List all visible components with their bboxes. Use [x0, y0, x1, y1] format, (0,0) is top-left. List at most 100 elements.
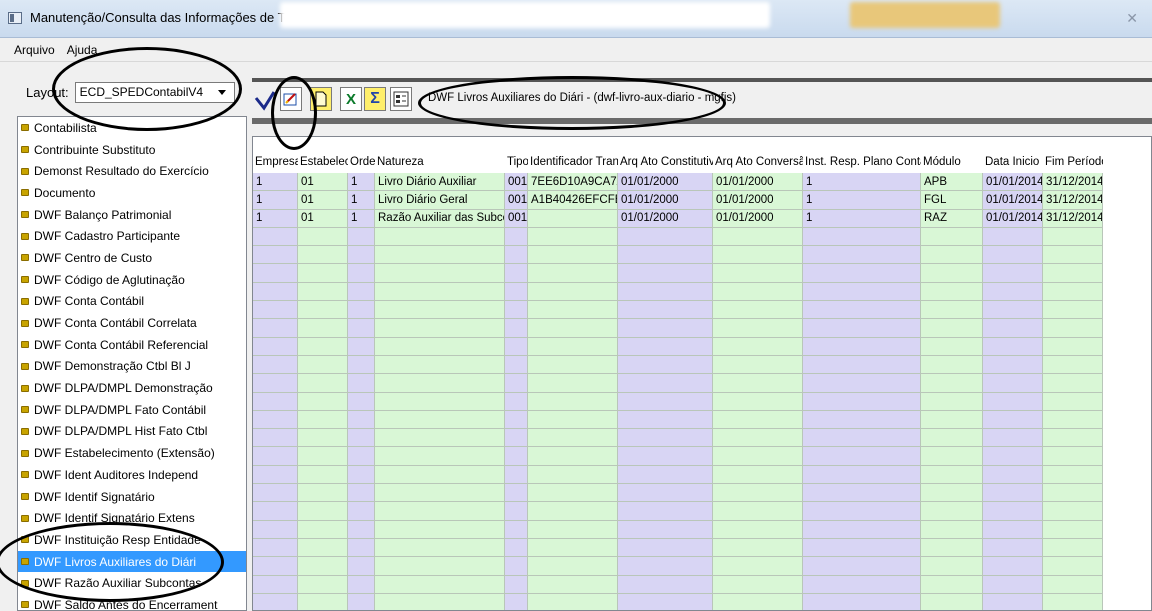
table-cell[interactable] — [713, 429, 803, 448]
table-cell[interactable] — [618, 392, 713, 411]
table-cell[interactable] — [528, 246, 618, 265]
table-cell[interactable] — [618, 447, 713, 466]
table-cell[interactable] — [528, 465, 618, 485]
table-row[interactable] — [253, 264, 1151, 283]
table-cell[interactable] — [618, 227, 713, 247]
table-cell[interactable] — [983, 593, 1043, 610]
table-cell[interactable] — [921, 264, 983, 283]
column-header[interactable]: Tipo — [505, 151, 528, 173]
table-cell[interactable] — [528, 447, 618, 466]
column-header[interactable]: Order — [348, 151, 375, 173]
table-cell[interactable] — [983, 392, 1043, 411]
table-cell[interactable] — [375, 264, 505, 283]
table-cell[interactable] — [298, 337, 348, 356]
table-cell[interactable] — [1043, 520, 1103, 539]
table-cell[interactable] — [348, 282, 375, 302]
column-header[interactable]: Estabelec — [298, 151, 348, 173]
table-cell[interactable] — [803, 264, 921, 283]
table-cell[interactable] — [253, 319, 298, 338]
tree-item[interactable]: DWF Código de Aglutinação — [18, 269, 246, 291]
table-row[interactable] — [253, 246, 1151, 265]
table-cell[interactable] — [803, 484, 921, 503]
table-cell[interactable] — [1043, 484, 1103, 503]
properties-button[interactable] — [390, 87, 412, 111]
table-cell[interactable] — [253, 264, 298, 283]
table-cell[interactable] — [1043, 502, 1103, 521]
table-cell[interactable] — [298, 465, 348, 485]
table-cell[interactable] — [375, 484, 505, 503]
table-cell[interactable] — [713, 575, 803, 594]
table-cell[interactable] — [618, 319, 713, 338]
table-cell[interactable] — [505, 575, 528, 594]
table-cell[interactable] — [1043, 392, 1103, 411]
table-cell[interactable] — [375, 429, 505, 448]
table-cell[interactable] — [618, 410, 713, 430]
table-row[interactable] — [253, 520, 1151, 539]
table-cell[interactable] — [983, 484, 1043, 503]
table-cell[interactable] — [1043, 282, 1103, 302]
table-cell[interactable] — [253, 520, 298, 539]
table-cell[interactable] — [983, 520, 1043, 539]
table-cell[interactable] — [803, 246, 921, 265]
table-cell[interactable]: Livro Diário Auxiliar — [375, 173, 505, 192]
column-header[interactable]: Arq Ato Constitutivo — [618, 151, 713, 173]
table-cell[interactable] — [921, 282, 983, 302]
table-cell[interactable] — [921, 410, 983, 430]
table-cell[interactable] — [253, 282, 298, 302]
table-cell[interactable]: 31/12/2014 — [1043, 173, 1103, 192]
table-cell[interactable] — [618, 355, 713, 375]
column-header[interactable]: Identificador Trans — [528, 151, 618, 173]
table-row[interactable] — [253, 429, 1151, 448]
table-cell[interactable] — [298, 355, 348, 375]
table-cell[interactable] — [921, 392, 983, 411]
table-cell[interactable] — [298, 319, 348, 338]
table-cell[interactable] — [618, 429, 713, 448]
table-cell[interactable] — [253, 246, 298, 265]
column-header[interactable]: Inst. Resp. Plano Contas — [803, 151, 921, 173]
table-cell[interactable] — [298, 484, 348, 503]
table-cell[interactable] — [803, 502, 921, 521]
table-cell[interactable]: 1 — [803, 191, 921, 210]
table-cell[interactable] — [348, 227, 375, 247]
table-cell[interactable] — [618, 246, 713, 265]
table-cell[interactable] — [803, 429, 921, 448]
menu-arquivo[interactable]: Arquivo — [14, 43, 55, 57]
table-cell[interactable]: 1 — [803, 209, 921, 228]
table-cell[interactable] — [298, 264, 348, 283]
close-icon[interactable]: ✕ — [1126, 10, 1138, 27]
table-cell[interactable] — [505, 538, 528, 558]
table-cell[interactable] — [921, 246, 983, 265]
table-cell[interactable] — [713, 520, 803, 539]
table-cell[interactable] — [983, 246, 1043, 265]
table-cell[interactable] — [348, 374, 375, 393]
table-cell[interactable] — [803, 538, 921, 558]
table-cell[interactable] — [505, 246, 528, 265]
table-cell[interactable] — [528, 392, 618, 411]
table-cell[interactable] — [298, 227, 348, 247]
table-cell[interactable] — [618, 264, 713, 283]
table-cell[interactable] — [1043, 538, 1103, 558]
table-cell[interactable] — [375, 392, 505, 411]
table-cell[interactable] — [505, 520, 528, 539]
table-cell[interactable] — [253, 410, 298, 430]
table-cell[interactable] — [298, 246, 348, 265]
table-cell[interactable] — [921, 319, 983, 338]
table-cell[interactable] — [348, 447, 375, 466]
table-cell[interactable] — [618, 575, 713, 594]
table-cell[interactable] — [505, 410, 528, 430]
table-cell[interactable] — [983, 282, 1043, 302]
table-cell[interactable] — [983, 575, 1043, 594]
table-cell[interactable] — [298, 410, 348, 430]
table-cell[interactable] — [528, 557, 618, 576]
table-cell[interactable] — [983, 447, 1043, 466]
table-row[interactable] — [253, 502, 1151, 521]
table-cell[interactable] — [505, 392, 528, 411]
table-row[interactable] — [253, 538, 1151, 558]
table-cell[interactable]: 1 — [253, 209, 298, 228]
table-cell[interactable] — [921, 520, 983, 539]
table-cell[interactable] — [253, 593, 298, 610]
table-cell[interactable] — [528, 282, 618, 302]
table-row[interactable] — [253, 447, 1151, 466]
table-cell[interactable] — [348, 520, 375, 539]
table-cell[interactable] — [1043, 227, 1103, 247]
